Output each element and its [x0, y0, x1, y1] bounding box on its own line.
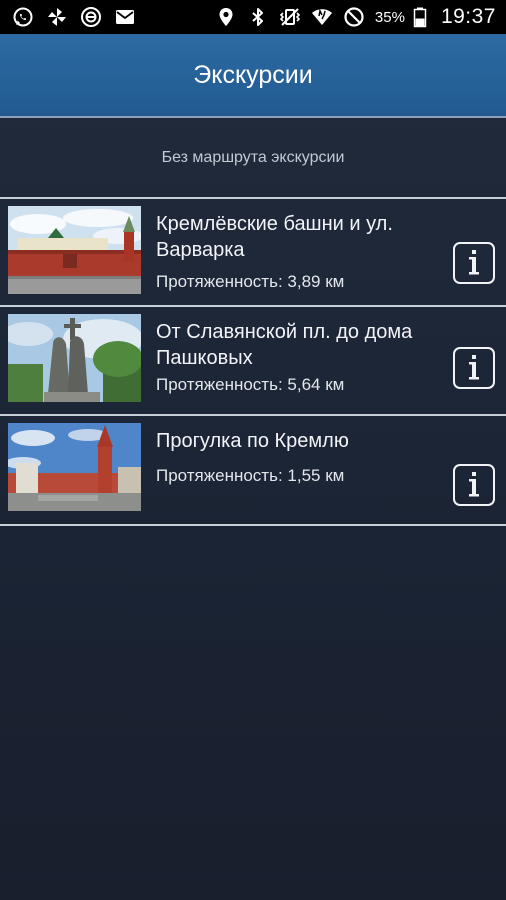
- no-route-item[interactable]: Без маршрута экскурсии: [0, 118, 506, 199]
- info-icon: [469, 355, 479, 380]
- tour-title: От Славянской пл. до дома Пашковых: [156, 321, 413, 369]
- whatsapp-icon: [12, 6, 34, 28]
- tour-title: Прогулка по Кремлю: [156, 430, 349, 452]
- info-button[interactable]: [453, 347, 495, 389]
- info-icon: [469, 472, 479, 497]
- list-item[interactable]: Прогулка по Кремлю Протяженность: 1,55 к…: [0, 416, 506, 526]
- bluetooth-icon: [247, 6, 269, 28]
- tour-length: Протяженность: 5,64 км: [156, 375, 345, 394]
- clock: 19:37: [440, 5, 496, 28]
- info-button[interactable]: [453, 242, 495, 284]
- tour-length: Протяженность: 3,89 км: [156, 272, 345, 291]
- list-item[interactable]: От Славянской пл. до дома Пашковых Протя…: [0, 307, 506, 416]
- mail-icon: [114, 6, 136, 28]
- tour-list: Кремлёвские башни и ул. Варварка Протяже…: [0, 199, 506, 526]
- action-bar: Экскурсии: [0, 34, 506, 118]
- no-route-label: Без маршрута экскурсии: [161, 148, 345, 166]
- wifi-icon: [311, 6, 333, 28]
- kremlin-troitskaya-tower-photo: [8, 423, 141, 511]
- page-title: Экскурсии: [193, 60, 313, 89]
- pinwheel-icon: [46, 6, 68, 28]
- battery-percent: 35%: [374, 8, 405, 26]
- app-screen: 35% 19:37 Экскурсии Без маршрута экскурс…: [0, 0, 506, 900]
- tour-title: Кремлёвские башни и ул. Варварка: [156, 213, 393, 261]
- cyril-methodius-monument-photo: [8, 314, 141, 402]
- notification-icons: [0, 0, 136, 34]
- red-square-kremlin-wall-photo: [8, 206, 141, 294]
- do-not-disturb-icon: [343, 6, 365, 28]
- sync-icon: [80, 6, 102, 28]
- info-button[interactable]: [453, 464, 495, 506]
- tour-length: Протяженность: 1,55 км: [156, 466, 345, 485]
- location-icon: [215, 6, 237, 28]
- system-icons: 35% 19:37: [215, 0, 506, 34]
- vibrate-icon: [279, 6, 301, 28]
- list-item[interactable]: Кремлёвские башни и ул. Варварка Протяже…: [0, 199, 506, 307]
- info-icon: [469, 250, 479, 275]
- battery-icon: [409, 6, 431, 28]
- status-bar: 35% 19:37: [0, 0, 506, 34]
